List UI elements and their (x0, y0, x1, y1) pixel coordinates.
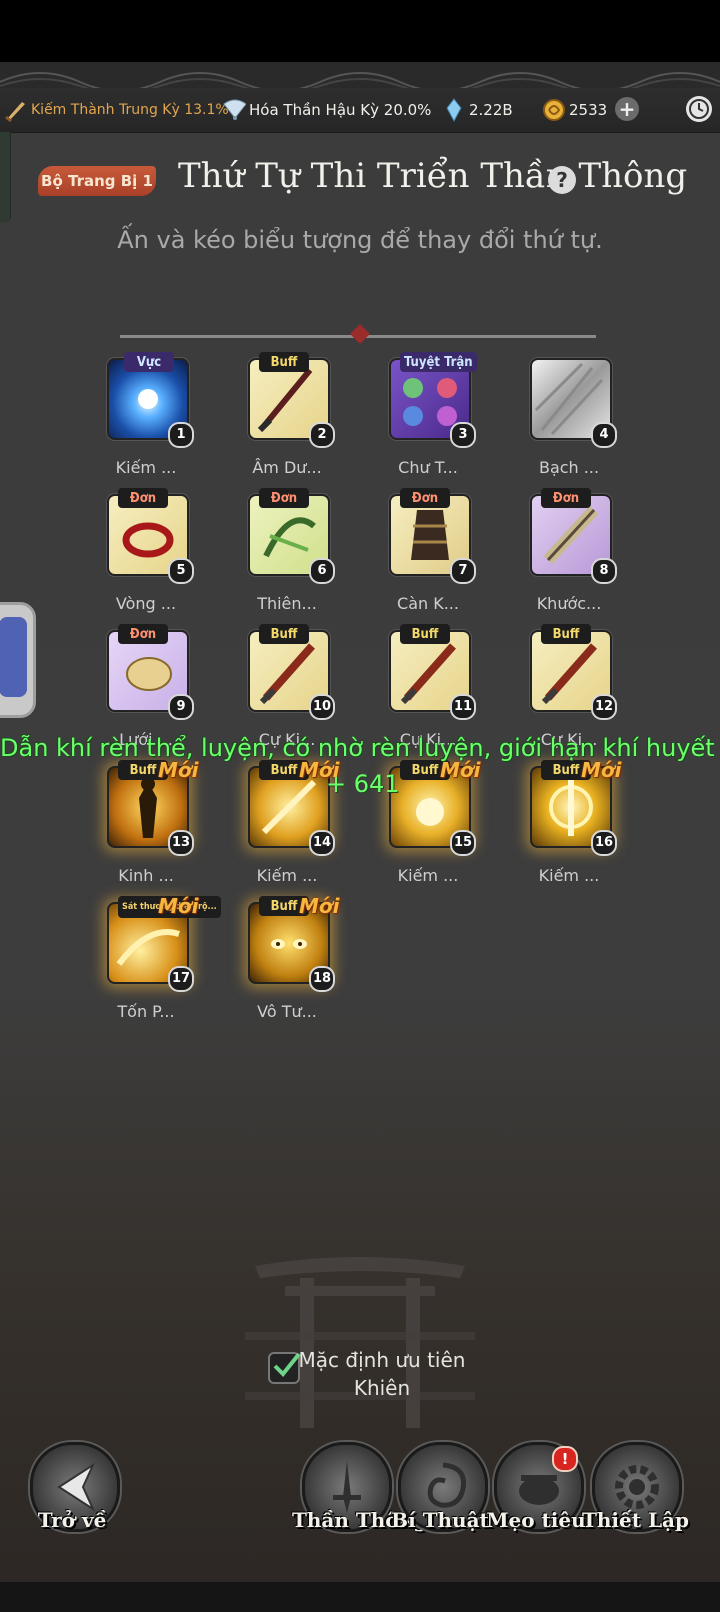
skill-slot-4[interactable]: 4 Bạch ... (503, 352, 648, 482)
skill-slot-6[interactable]: Đơn 6 Thiên... (221, 488, 366, 618)
back-button[interactable]: Trở về (26, 1442, 120, 1542)
equipment-set-badge[interactable]: Bộ Trang Bị 1 (38, 166, 156, 196)
gate-silhouette (245, 1257, 475, 1428)
skill-order-number: 13 (168, 830, 194, 856)
bi-thuat-button[interactable]: Bí Thuật (391, 1442, 489, 1542)
skill-name: Kiếm ... (115, 458, 177, 477)
sword-icon (4, 98, 28, 122)
skill-slot-13[interactable]: Buff Mới 13 Kinh ... (80, 758, 225, 890)
skill-slot-7[interactable]: Đơn 7 Càn K... (362, 488, 507, 618)
skill-type-tag: Đơn (541, 488, 591, 508)
skill-slot-2[interactable]: Buff 2 Âm Dư... (221, 352, 366, 482)
top-cloud-border (0, 62, 720, 88)
skill-order-number: 7 (450, 558, 476, 584)
settings-button[interactable]: Thiết Lập (582, 1442, 689, 1542)
side-drawer-tab[interactable] (0, 602, 36, 718)
skill-type-tag: Đơn (118, 488, 168, 508)
skill-slot-16[interactable]: Buff Mới 16 Kiếm ... (503, 758, 648, 890)
floating-message: Dẫn khí rèn thể, luyện, có nhờ rèn luyện… (0, 734, 715, 762)
skill-name: Chư T... (398, 458, 458, 477)
currency-resource: 2533 (542, 88, 607, 132)
spirit-stone-text: 2.22B (469, 101, 513, 119)
skill-slot-18[interactable]: Buff Mới 18 Vô Tư... (221, 894, 366, 1026)
crystal-icon (442, 98, 466, 122)
skill-order-number: 8 (591, 558, 617, 584)
skill-slot-1[interactable]: Vực 1 Kiếm ... (80, 352, 225, 482)
skill-order-number: 3 (450, 422, 476, 448)
skill-name: Kiếm ... (256, 866, 318, 885)
coin-icon (542, 98, 566, 122)
tips-button[interactable]: ! Mẹo tiêu (486, 1442, 586, 1542)
skill-type-tag: Đơn (400, 488, 450, 508)
skill-type-tag: Vực (124, 352, 174, 372)
skill-type-tag: Tuyệt Trận (400, 352, 477, 372)
skill-name: Kiếm ... (397, 866, 459, 885)
skill-order-number: 4 (591, 422, 617, 448)
than-thong-button[interactable]: Thần Thông (292, 1442, 427, 1542)
skill-name: Khước... (536, 594, 602, 613)
default-priority-label: Mặc định ưu tiên Khiên (298, 1348, 466, 1400)
realm-text: Hóa Thần Hậu Kỳ 20.0% (249, 101, 432, 119)
game-screen: Kiếm Thành Trung Kỳ 13.1% Hóa Thần Hậu K… (0, 62, 720, 1612)
left-edge-panel (0, 132, 11, 222)
bottom-border (0, 1582, 720, 1612)
help-icon[interactable]: ? (548, 166, 576, 194)
skill-order-number: 11 (450, 694, 476, 720)
add-currency-button[interactable]: + (615, 97, 639, 121)
skill-type-tag: Buff (400, 624, 450, 644)
page-subtitle: Ấn và kéo biểu tượng để thay đổi thứ tự. (117, 226, 603, 254)
skill-name: Kinh ... (118, 866, 174, 885)
skill-name: Tốn P... (117, 1002, 175, 1021)
realm-resource: Hóa Thần Hậu Kỳ 20.0% (222, 88, 431, 132)
skill-order-number: 1 (168, 422, 194, 448)
skill-order-number: 6 (309, 558, 335, 584)
skill-type-tag: Buff (541, 624, 591, 644)
new-badge: Mới (299, 894, 340, 918)
skill-slot-3[interactable]: Tuyệt Trận 3 Chư T... (362, 352, 507, 482)
skill-name: Âm Dư... (252, 458, 322, 477)
skill-slot-17[interactable]: Sát thương diện rộ... Mới 17 Tốn P... (80, 894, 225, 1026)
floating-value: + 641 (326, 770, 400, 798)
new-badge: Mới (158, 894, 199, 918)
skill-type-tag: Buff (259, 624, 309, 644)
skill-type-tag: Đơn (118, 624, 168, 644)
alert-badge-icon: ! (552, 1446, 578, 1472)
skill-order-number: 10 (309, 694, 335, 720)
clock-icon[interactable] (686, 96, 712, 122)
cultivation-text: Kiếm Thành Trung Kỳ 13.1% (31, 102, 229, 118)
skill-order-number: 9 (168, 694, 194, 720)
currency-text: 2533 (569, 101, 608, 119)
cultivation-resource: Kiếm Thành Trung Kỳ 13.1% (4, 88, 229, 132)
spirit-stone-resource: 2.22B (442, 88, 513, 132)
skill-name: Càn K... (397, 594, 459, 613)
skill-name: Thiên... (257, 594, 317, 613)
skill-type-tag: Buff (259, 352, 309, 372)
skill-name: Vòng ... (115, 594, 177, 613)
skill-slot-5[interactable]: Đơn 5 Vòng ... (80, 488, 225, 618)
divider-ornament (350, 324, 370, 344)
skill-order-number: 15 (450, 830, 476, 856)
skill-order-number: 2 (309, 422, 335, 448)
resource-bar: Kiếm Thành Trung Kỳ 13.1% Hóa Thần Hậu K… (0, 88, 720, 133)
skill-name: Kiếm ... (538, 866, 600, 885)
skill-name: Bạch ... (538, 458, 600, 477)
fan-icon (222, 98, 246, 122)
skill-order-number: 17 (168, 966, 194, 992)
skill-name: Vô Tư... (257, 1002, 317, 1021)
page-title: Thứ Tự Thi Triển Thần Thông (178, 156, 688, 196)
skill-order-number: 16 (591, 830, 617, 856)
skill-order-number: 18 (309, 966, 335, 992)
skill-type-tag: Đơn (259, 488, 309, 508)
skill-slot-8[interactable]: Đơn 8 Khước... (503, 488, 648, 618)
skill-order-number: 14 (309, 830, 335, 856)
skill-order-number: 5 (168, 558, 194, 584)
skill-order-number: 12 (591, 694, 617, 720)
